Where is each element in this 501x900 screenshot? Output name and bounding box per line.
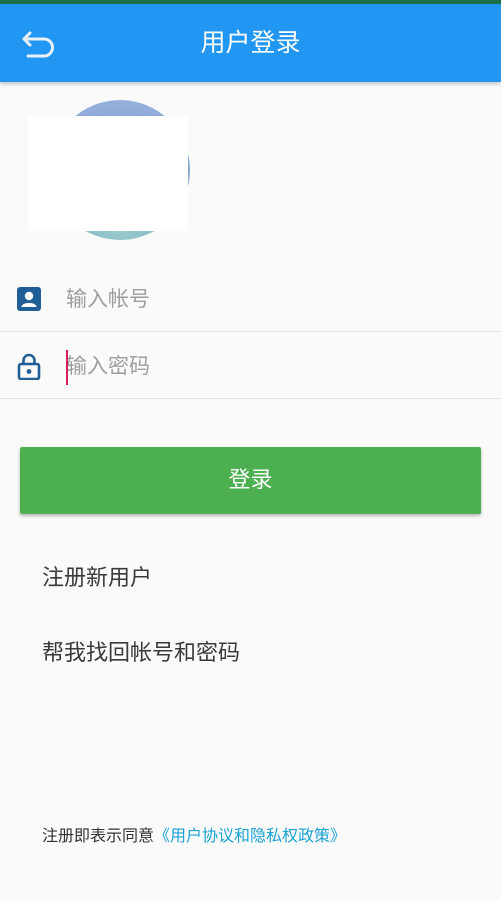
login-button[interactable]: 登录 <box>20 447 481 514</box>
account-input[interactable] <box>66 278 476 320</box>
login-screen: 用户登录 登录 注册新用户 帮我找回帐号和密码 注册即表示同意《用户协议和隐私权… <box>0 0 501 900</box>
avatar-mask <box>28 116 188 231</box>
contact-card-icon <box>17 287 41 311</box>
recover-account-link[interactable]: 帮我找回帐号和密码 <box>42 635 240 667</box>
agreement-notice: 注册即表示同意《用户协议和隐私权政策》 <box>42 822 346 846</box>
agreement-prefix: 注册即表示同意 <box>42 826 155 845</box>
password-input[interactable] <box>66 345 476 387</box>
app-bar: 用户登录 <box>0 4 501 82</box>
agreement-link[interactable]: 《用户协议和隐私权政策》 <box>154 826 346 845</box>
page-title: 用户登录 <box>200 28 301 57</box>
undo-arrow-icon <box>22 31 54 58</box>
register-link[interactable]: 注册新用户 <box>42 560 152 592</box>
avatar[interactable] <box>28 100 190 242</box>
password-row <box>0 333 501 399</box>
text-cursor <box>66 350 68 385</box>
lock-icon <box>17 353 41 380</box>
account-row <box>0 266 501 332</box>
back-button[interactable] <box>16 22 60 66</box>
